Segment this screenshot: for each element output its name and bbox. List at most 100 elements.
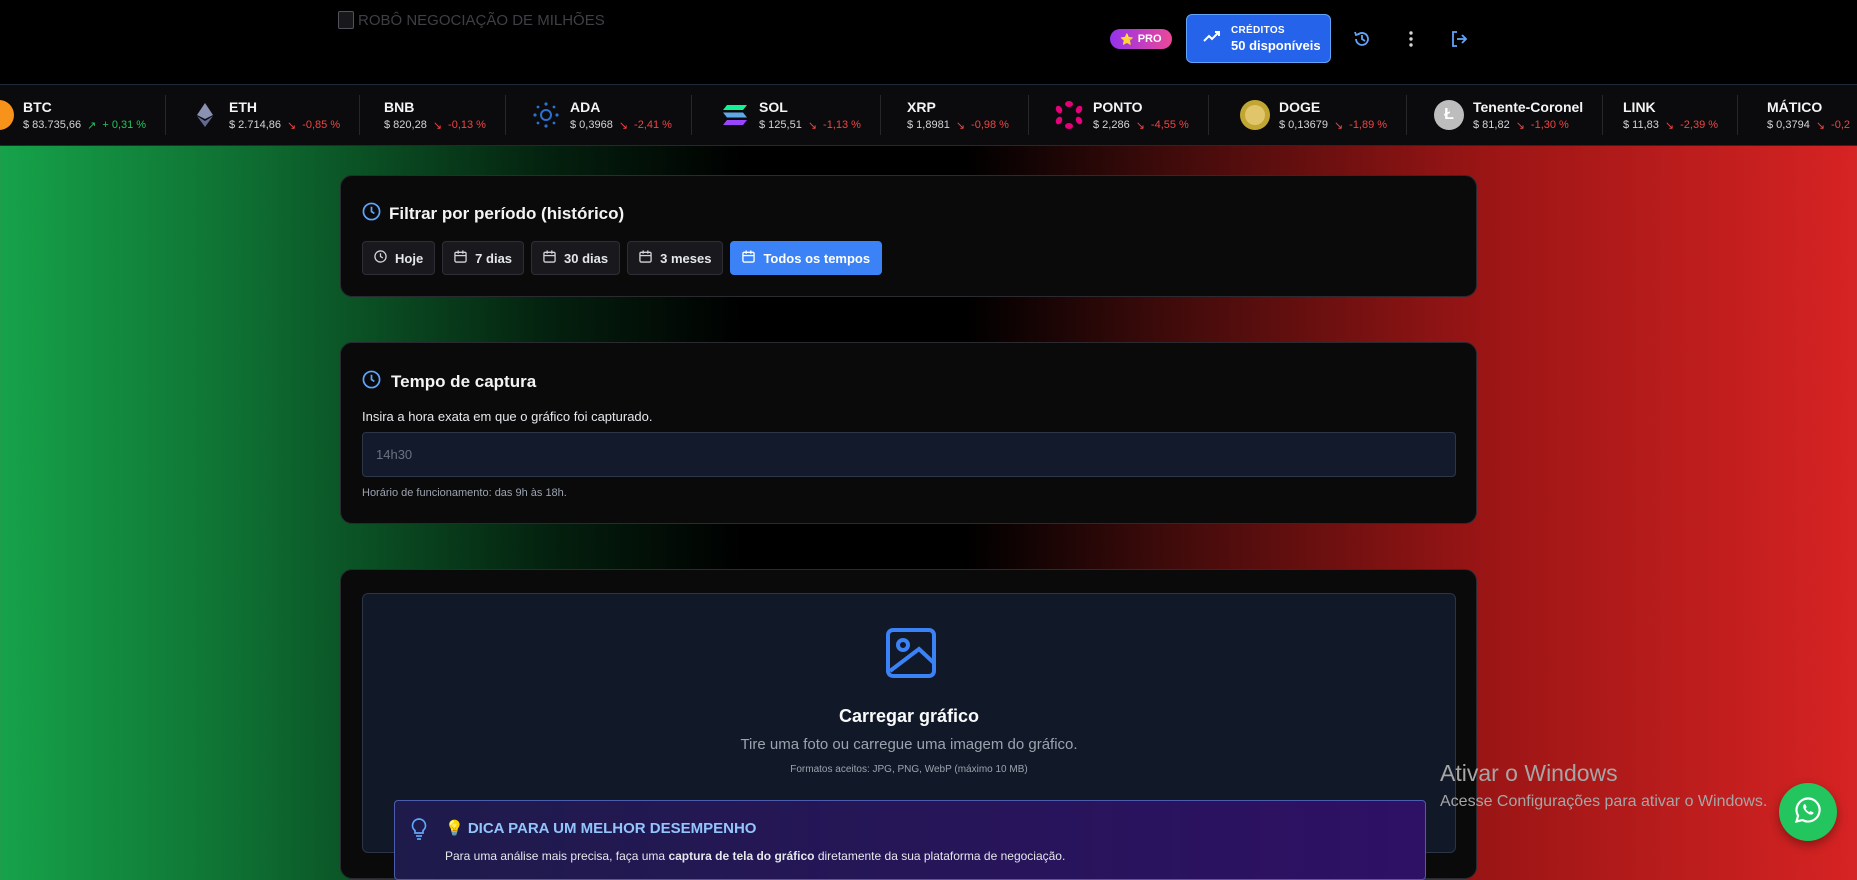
ticker-symbol: MÁTICO	[1767, 98, 1823, 115]
button-label: 3 meses	[660, 250, 712, 266]
logo-image[interactable]: ROBÔ NEGOCIAÇÃO DE MILHÕES	[338, 8, 605, 32]
ticker-price: $ 2.714,86	[229, 118, 281, 131]
upload-card: Carregar gráfico Tire uma foto ou carreg…	[340, 569, 1477, 880]
period-3-months-button[interactable]: 3 meses	[627, 241, 724, 275]
ticker-change: -0,85 %	[302, 118, 341, 131]
ltc-coin-icon: Ł	[1434, 100, 1464, 130]
ticker-item: MÁTICO $ 0,3794 ↘ -0,2	[1767, 85, 1850, 145]
trend-down-icon: ↘	[618, 119, 629, 132]
logo-alt-text: ROBÔ NEGOCIAÇÃO DE MILHÕES	[358, 11, 605, 29]
ticker-change: -4,55 %	[1150, 118, 1189, 131]
star-icon: ⭐	[1120, 33, 1134, 46]
ticker-price: $ 83.735,66	[23, 118, 82, 131]
watermark-title: Ativar o Windows	[1440, 760, 1618, 786]
pro-badge: ⭐ PRO	[1110, 29, 1172, 49]
trend-down-icon: ↘	[955, 119, 966, 132]
credits-button[interactable]: CRÉDITOS 50 disponíveis	[1186, 14, 1331, 63]
ticker-price: $ 81,82	[1473, 118, 1510, 131]
trending-up-icon	[1203, 29, 1221, 48]
period-button-group: Hoje 7 dias 30 dias 3 meses Todos os tem…	[362, 241, 883, 275]
trend-up-icon: ↗	[87, 119, 97, 132]
period-all-time-button[interactable]: Todos os tempos	[730, 241, 883, 275]
ticker-change: -1,30 %	[1530, 118, 1569, 131]
windows-activation-watermark: Ativar o Windows Acesse Configurações pa…	[1440, 760, 1767, 811]
clock-icon	[362, 202, 381, 226]
capture-title-text: Tempo de captura	[391, 372, 537, 391]
button-label: Hoje	[395, 250, 424, 266]
period-7-days-button[interactable]: 7 dias	[442, 241, 525, 275]
ticker-symbol: XRP	[907, 98, 936, 115]
ticker-symbol: DOGE	[1279, 98, 1321, 115]
credits-value: 50 disponíveis	[1231, 37, 1321, 53]
whatsapp-icon	[1794, 796, 1822, 829]
ticker-price: $ 11,83	[1623, 118, 1659, 131]
logout-icon[interactable]	[1447, 27, 1471, 51]
ticker-symbol: BNB	[384, 98, 415, 115]
chart-upload-dropzone[interactable]: Carregar gráfico Tire uma foto ou carreg…	[362, 593, 1456, 880]
calendar-icon	[543, 250, 556, 266]
calendar-icon	[742, 250, 756, 266]
calendar-icon	[639, 250, 652, 266]
capture-time-input[interactable]: 14h30	[362, 432, 1456, 477]
input-placeholder: 14h30	[376, 447, 413, 462]
history-icon[interactable]	[1350, 27, 1374, 51]
watermark-subtitle: Acesse Configurações para ativar o Windo…	[1440, 793, 1768, 810]
trend-down-icon: ↘	[807, 119, 818, 132]
credits-label: CRÉDITOS	[1231, 24, 1285, 36]
ticker-item: ADA $ 0,3968 ↘ -2,41 %	[531, 85, 692, 145]
ticker-item: BNB $ 820,28 ↘ -0,13 %	[384, 85, 506, 145]
period-filter-card: Filtrar por período (histórico) Hoje 7 d…	[340, 175, 1477, 297]
trend-down-icon: ↘	[432, 119, 443, 132]
ticker-symbol: ETH	[229, 98, 257, 115]
ticker-price: $ 1,8981	[907, 118, 950, 131]
tip-title: 💡 DICA PARA UM MELHOR DESEMPENHO	[445, 820, 757, 837]
ticker-symbol: LINK	[1623, 98, 1656, 115]
pro-label: PRO	[1137, 33, 1162, 45]
period-today-button[interactable]: Hoje	[362, 241, 436, 275]
ticker-item: XRP $ 1,8981 ↘ -0,98 %	[907, 85, 1029, 145]
lightbulb-icon	[411, 818, 427, 845]
ticker-symbol: Tenente-Coronel	[1473, 98, 1584, 115]
ticker-item: BTC $ 83.735,66 ↗ + 0,31 %	[0, 85, 167, 145]
performance-tip-box: 💡 DICA PARA UM MELHOR DESEMPENHO Para um…	[394, 800, 1426, 880]
ticker-symbol: BTC	[23, 98, 52, 115]
trend-down-icon: ↘	[1515, 119, 1525, 132]
ticker-change: -2,41 %	[634, 118, 672, 131]
ticker-price: $ 0,3968	[570, 118, 613, 131]
ticker-price: $ 820,28	[384, 118, 427, 131]
ticker-price: $ 0,3794	[1767, 118, 1810, 131]
image-icon	[885, 627, 937, 684]
doge-coin-icon	[1240, 100, 1270, 130]
whatsapp-chat-button[interactable]	[1779, 783, 1837, 841]
period-30-days-button[interactable]: 30 dias	[531, 241, 621, 275]
trend-down-icon: ↘	[1135, 119, 1145, 132]
filter-title: Filtrar por período (histórico)	[362, 202, 624, 226]
capture-time-card: Tempo de captura Insira a hora exata em …	[340, 342, 1477, 524]
more-vertical-icon[interactable]	[1399, 27, 1423, 51]
ticker-price: $ 0,13679	[1279, 118, 1328, 131]
trend-down-icon: ↘	[1333, 119, 1344, 132]
ticker-price: $ 2,286	[1093, 118, 1130, 131]
upload-subtitle: Tire uma foto ou carregue uma imagem do …	[740, 736, 1078, 753]
btc-coin-icon	[0, 100, 14, 130]
ticker-change: -1,89 %	[1349, 118, 1388, 131]
ticker-item: Ł Tenente-Coronel $ 81,82 ↘ -1,30 %	[1434, 85, 1604, 145]
ticker-change: -0,13 %	[448, 118, 486, 131]
clock-icon	[362, 370, 381, 394]
crypto-ticker: BTC $ 83.735,66 ↗ + 0,31 % ETH $ 2.714,86 ↘…	[0, 84, 1857, 146]
ticker-item: SOL $ 125,51 ↘ -1,13 %	[720, 85, 881, 145]
ada-coin-icon	[531, 100, 561, 130]
ticker-item: PONTO $ 2,286 ↘ -4,55 %	[1054, 85, 1209, 145]
capture-title: Tempo de captura	[362, 370, 536, 394]
ticker-change: -1,13 %	[823, 118, 861, 131]
ticker-item: ETH $ 2.714,86 ↘ -0,85 %	[190, 85, 361, 145]
ticker-symbol: ADA	[570, 98, 601, 115]
trend-down-icon: ↘	[287, 119, 297, 132]
ticker-change: -2,39 %	[1680, 118, 1719, 131]
sol-coin-icon	[720, 100, 750, 130]
trend-down-icon: ↘	[1815, 119, 1826, 132]
filter-title-text: Filtrar por período (histórico)	[389, 204, 625, 223]
upload-title: Carregar gráfico	[838, 706, 980, 726]
ticker-change: -0,2	[1831, 118, 1851, 131]
ticker-change: -0,98 %	[971, 118, 1009, 131]
